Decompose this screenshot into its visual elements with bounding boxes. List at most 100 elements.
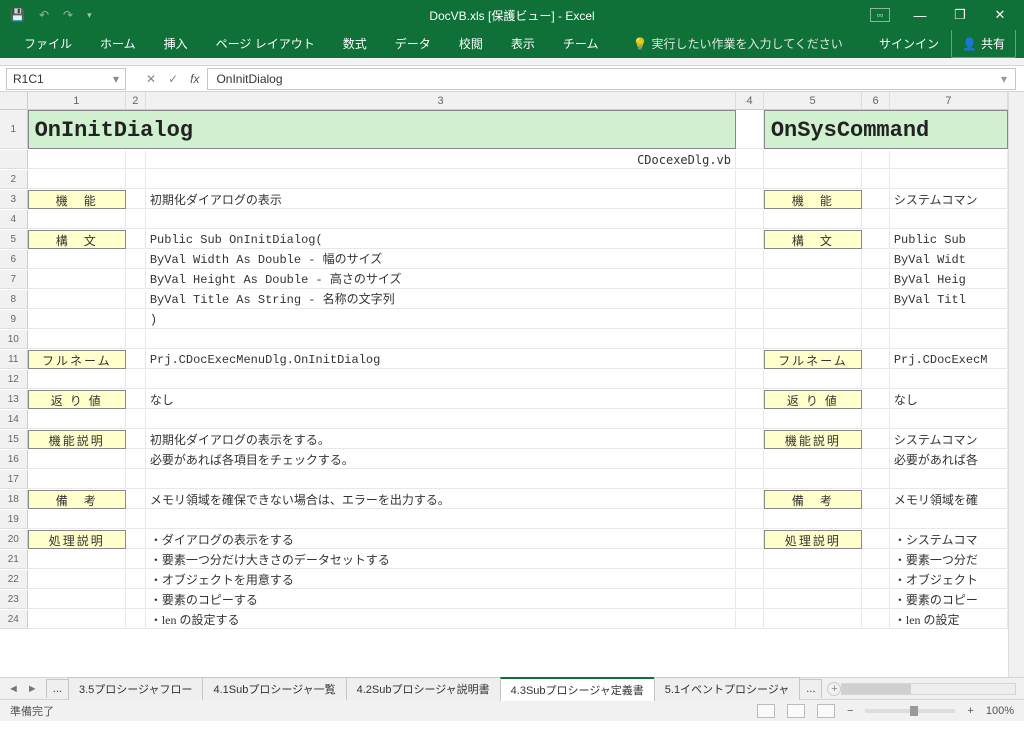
- cell[interactable]: [146, 410, 736, 429]
- cell[interactable]: [862, 190, 890, 209]
- cell[interactable]: [764, 290, 862, 309]
- row-header[interactable]: 19: [0, 510, 28, 529]
- tab-view[interactable]: 表示: [497, 29, 549, 58]
- cell[interactable]: [862, 270, 890, 289]
- cell-label[interactable]: 返 り 値: [28, 390, 127, 409]
- cell[interactable]: 必要があれば各: [890, 450, 1008, 469]
- cell[interactable]: [764, 410, 862, 429]
- row-header[interactable]: 18: [0, 490, 28, 509]
- cell[interactable]: [126, 230, 146, 249]
- cell[interactable]: [736, 490, 764, 509]
- cell[interactable]: [736, 230, 764, 249]
- zoom-out-icon[interactable]: −: [847, 705, 853, 717]
- cell[interactable]: [146, 470, 736, 489]
- zoom-thumb[interactable]: [910, 706, 918, 716]
- cell[interactable]: ・オブジェクト: [890, 570, 1008, 589]
- cell-label[interactable]: 構 文: [28, 230, 127, 249]
- cell[interactable]: [862, 570, 890, 589]
- cell[interactable]: なし: [146, 390, 736, 409]
- cell-label[interactable]: 機 能: [764, 190, 863, 209]
- cell[interactable]: [736, 450, 764, 469]
- cell[interactable]: [28, 150, 126, 169]
- cell[interactable]: [146, 210, 736, 229]
- cell[interactable]: [126, 270, 146, 289]
- cell[interactable]: [736, 610, 764, 629]
- cell[interactable]: [28, 270, 126, 289]
- cell[interactable]: [862, 490, 890, 509]
- cancel-icon[interactable]: ✕: [146, 72, 156, 86]
- cell[interactable]: Prj.CDocExecMenuDlg.OnInitDialog: [146, 350, 736, 369]
- cell[interactable]: [890, 170, 1008, 189]
- cell[interactable]: メモリ領域を確保できない場合は、エラーを出力する。: [146, 490, 736, 509]
- minimize-icon[interactable]: ―: [910, 8, 930, 23]
- row-header[interactable]: 2: [0, 170, 28, 189]
- cell[interactable]: [28, 210, 126, 229]
- cell-subfile[interactable]: CDocexeDlg.vb: [146, 150, 736, 169]
- cell[interactable]: [890, 470, 1008, 489]
- cell[interactable]: [764, 610, 862, 629]
- row-header[interactable]: 3: [0, 190, 28, 209]
- col-header[interactable]: 3: [146, 92, 737, 109]
- tab-review[interactable]: 校閲: [445, 29, 497, 58]
- cell[interactable]: [764, 470, 862, 489]
- cell[interactable]: [28, 450, 126, 469]
- row-header[interactable]: 11: [0, 350, 28, 369]
- cell[interactable]: [736, 410, 764, 429]
- view-normal-icon[interactable]: [757, 704, 775, 718]
- cell[interactable]: [764, 170, 862, 189]
- row-header[interactable]: 22: [0, 570, 28, 589]
- cell[interactable]: [126, 290, 146, 309]
- cell-side-title[interactable]: OnSysCommand: [764, 110, 1008, 149]
- formula-input[interactable]: OnInitDialog ▾: [207, 68, 1016, 90]
- signin-link[interactable]: サインイン: [867, 29, 951, 58]
- cell[interactable]: ・len の設定する: [146, 610, 736, 629]
- cell[interactable]: [764, 590, 862, 609]
- cell[interactable]: メモリ領域を確: [890, 490, 1008, 509]
- tab-insert[interactable]: 挿入: [150, 29, 202, 58]
- cell[interactable]: [126, 150, 146, 169]
- cell-label[interactable]: 機能説明: [28, 430, 127, 449]
- row-header[interactable]: 9: [0, 310, 28, 329]
- view-pagebreak-icon[interactable]: [817, 704, 835, 718]
- cell[interactable]: [126, 610, 146, 629]
- cell[interactable]: [764, 330, 862, 349]
- scrollbar-thumb[interactable]: [842, 684, 911, 694]
- cell[interactable]: [764, 370, 862, 389]
- cell[interactable]: [736, 170, 764, 189]
- col-header[interactable]: 6: [862, 92, 890, 109]
- sheet-tab-more-right[interactable]: ...: [799, 679, 822, 698]
- cell[interactable]: [862, 150, 890, 169]
- cell[interactable]: [126, 170, 146, 189]
- name-box[interactable]: R1C1 ▾: [6, 68, 126, 90]
- share-button[interactable]: 👤 共有: [951, 29, 1016, 58]
- cell[interactable]: [126, 210, 146, 229]
- tab-home[interactable]: ホーム: [86, 29, 150, 58]
- tab-layout[interactable]: ページ レイアウト: [202, 29, 329, 58]
- sheet-tab-more-left[interactable]: ...: [46, 679, 69, 698]
- cell[interactable]: [862, 250, 890, 269]
- row-header[interactable]: 12: [0, 370, 28, 389]
- sheet-tab[interactable]: 4.2Subプロシージャ説明書: [346, 677, 501, 700]
- cell[interactable]: Public Sub OnInitDialog(: [146, 230, 736, 249]
- fx-icon[interactable]: fx: [190, 72, 199, 86]
- sheet-tab[interactable]: 5.1イベントプロシージャ: [654, 677, 801, 700]
- add-sheet-button[interactable]: +: [827, 682, 841, 696]
- sheet-tab[interactable]: 4.1Subプロシージャ一覧: [202, 677, 346, 700]
- cell[interactable]: [890, 510, 1008, 529]
- col-header[interactable]: 7: [890, 92, 1008, 109]
- cell[interactable]: [126, 430, 146, 449]
- sheet-tab[interactable]: 3.5プロシージャフロー: [68, 677, 204, 700]
- cell[interactable]: [890, 330, 1008, 349]
- row-header[interactable]: 20: [0, 530, 28, 549]
- cell[interactable]: [28, 470, 126, 489]
- cell[interactable]: ByVal Height As Double - 高さのサイズ: [146, 270, 736, 289]
- cell[interactable]: ByVal Width As Double - 幅のサイズ: [146, 250, 736, 269]
- cell[interactable]: [126, 370, 146, 389]
- cell[interactable]: [764, 510, 862, 529]
- cell[interactable]: ByVal Heig: [890, 270, 1008, 289]
- cell[interactable]: [126, 590, 146, 609]
- cell[interactable]: [28, 550, 126, 569]
- cell[interactable]: [28, 370, 126, 389]
- cell[interactable]: ・ダイアログの表示をする: [146, 530, 736, 549]
- row-header[interactable]: 1: [0, 110, 28, 149]
